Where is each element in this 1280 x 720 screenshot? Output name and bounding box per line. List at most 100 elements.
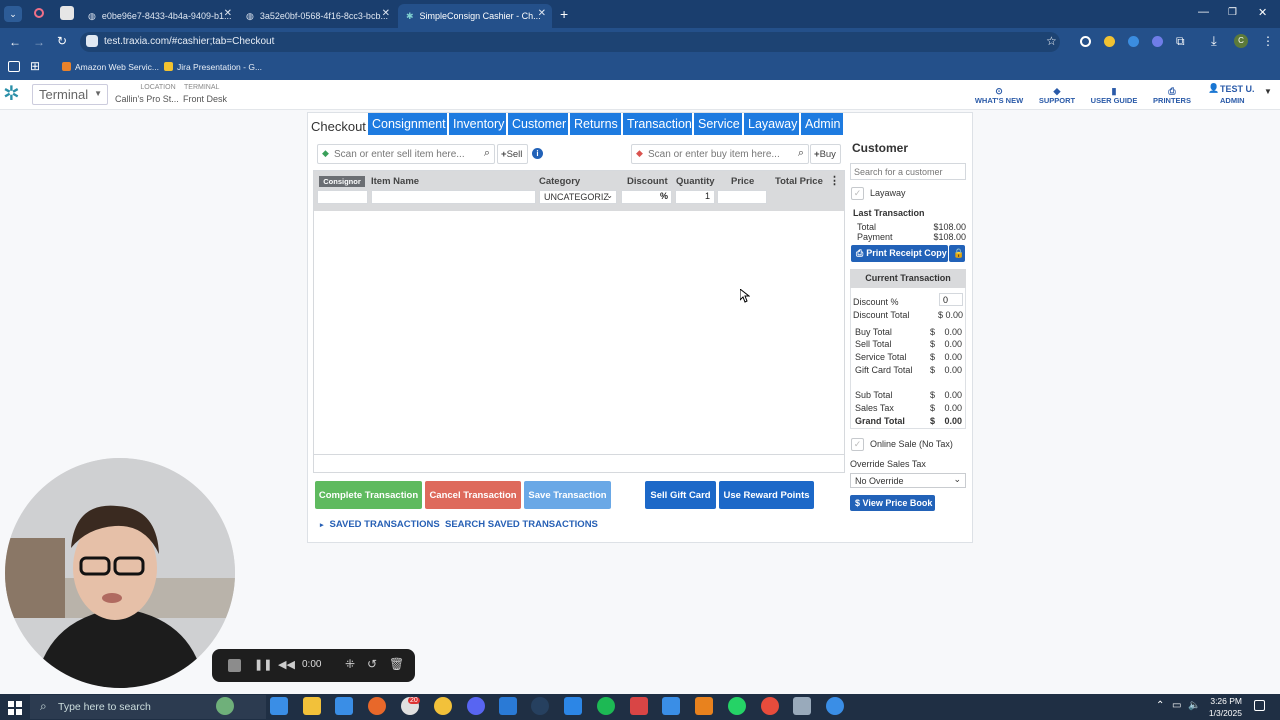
- discount-field[interactable]: %: [621, 190, 672, 204]
- profile-avatar[interactable]: C: [1234, 34, 1248, 48]
- info-icon[interactable]: i: [532, 148, 543, 159]
- extension-icon[interactable]: [1128, 36, 1139, 47]
- grid-icon[interactable]: ⁜: [345, 657, 355, 671]
- tab-customer[interactable]: Customer: [508, 113, 568, 135]
- url-bar[interactable]: test.traxia.com/#cashier;tab=Checkout: [80, 32, 1060, 52]
- complete-transaction-button[interactable]: Complete Transaction: [315, 481, 422, 509]
- saved-transactions-link[interactable]: ▸ SAVED TRANSACTIONS: [320, 519, 440, 530]
- app-icon[interactable]: [695, 697, 713, 715]
- extension-icon[interactable]: [1152, 36, 1163, 47]
- spotify-icon[interactable]: [597, 697, 615, 715]
- column-menu-icon[interactable]: ⋮: [829, 174, 840, 187]
- tray-chevron-icon[interactable]: ⌃: [1156, 700, 1164, 711]
- browser-tab-3[interactable]: ✱ SimpleConsign Cashier - Ch... ✕: [398, 4, 552, 28]
- print-receipt-button[interactable]: ⎙ Print Receipt Copy: [851, 245, 948, 262]
- chrome-icon[interactable]: [761, 697, 779, 715]
- tab-inventory[interactable]: Inventory: [449, 113, 506, 135]
- volume-icon[interactable]: 🔈: [1188, 700, 1200, 711]
- chrome-icon[interactable]: [434, 697, 452, 715]
- windows-start-icon[interactable]: [8, 701, 22, 715]
- consignor-header[interactable]: Consignor: [319, 176, 365, 187]
- apps-grid-icon[interactable]: ⊞: [30, 59, 40, 73]
- buy-scan-input[interactable]: ◆ Scan or enter buy item here... ⌕: [631, 144, 809, 164]
- sidebar-icon[interactable]: [8, 61, 20, 72]
- consignor-field[interactable]: [317, 190, 368, 204]
- back-icon[interactable]: ←: [9, 35, 21, 49]
- use-reward-points-button[interactable]: Use Reward Points: [719, 481, 814, 509]
- app-icon[interactable]: [793, 697, 811, 715]
- site-info-icon[interactable]: [86, 35, 98, 47]
- discount-pct-input[interactable]: 0: [939, 293, 963, 306]
- tab-admin[interactable]: Admin: [801, 113, 843, 135]
- item-name-field[interactable]: [371, 190, 536, 204]
- search-saved-transactions-link[interactable]: SEARCH SAVED TRANSACTIONS: [445, 519, 598, 530]
- close-window-icon[interactable]: ✕: [1258, 6, 1267, 19]
- view-price-book-button[interactable]: $ View Price Book: [850, 495, 935, 511]
- record-icon[interactable]: [34, 8, 44, 18]
- firefox-icon[interactable]: [368, 697, 386, 715]
- online-sale-checkbox[interactable]: ✓: [851, 438, 864, 451]
- blank-tab-icon[interactable]: [60, 6, 74, 20]
- sell-button[interactable]: +Sell: [497, 144, 528, 164]
- terminal-select[interactable]: Terminal ▼: [32, 84, 108, 105]
- minimize-icon[interactable]: —: [1198, 6, 1209, 18]
- whats-new-link[interactable]: ⊙ WHAT'S NEW: [974, 86, 1024, 105]
- restart-icon[interactable]: ↺: [367, 657, 377, 671]
- steam-icon[interactable]: [531, 697, 549, 715]
- bookmark-jira[interactable]: Jira Presentation - G...: [164, 62, 262, 72]
- save-transaction-button[interactable]: Save Transaction: [524, 481, 611, 509]
- layaway-checkbox[interactable]: ✓: [851, 187, 864, 200]
- close-icon[interactable]: ✕: [382, 8, 390, 19]
- close-icon[interactable]: ✕: [538, 8, 546, 19]
- printers-link[interactable]: ⎙ PRINTERS: [1148, 86, 1196, 105]
- quantity-field[interactable]: 1: [675, 190, 715, 204]
- chrome-active-icon[interactable]: [826, 697, 844, 715]
- sell-scan-input[interactable]: ◆ Scan or enter sell item here... ⌕: [317, 144, 495, 164]
- trash-icon[interactable]: 🗑: [389, 657, 404, 671]
- user-guide-link[interactable]: ▮ USER GUIDE: [1088, 86, 1140, 105]
- notifications-icon[interactable]: [1254, 700, 1265, 711]
- app-icon[interactable]: [662, 697, 680, 715]
- buy-button[interactable]: +Buy: [810, 144, 841, 164]
- widgets-icon[interactable]: [216, 697, 234, 715]
- vscode-icon[interactable]: [499, 697, 517, 715]
- pdf-icon[interactable]: [630, 697, 648, 715]
- forward-icon[interactable]: →: [33, 35, 45, 49]
- tab-checkout[interactable]: Checkout: [311, 119, 366, 134]
- extension-icon[interactable]: [1104, 36, 1115, 47]
- copilot-icon[interactable]: [270, 697, 288, 715]
- tab-service[interactable]: Service: [694, 113, 742, 135]
- stop-icon[interactable]: [228, 659, 241, 672]
- reload-icon[interactable]: ↻: [57, 34, 67, 48]
- bookmark-aws[interactable]: Amazon Web Servic...: [62, 62, 159, 72]
- browser-tab-2[interactable]: ◍ 3a52e0bf-0568-4f16-8cc3-bcb... ✕: [238, 4, 396, 28]
- app-icon[interactable]: [564, 697, 582, 715]
- override-sales-tax-select[interactable]: No Override ⌄: [850, 473, 966, 488]
- bookmark-star-icon[interactable]: ☆: [1046, 34, 1057, 48]
- download-icon[interactable]: ⤓: [1211, 33, 1217, 49]
- whatsapp-icon[interactable]: [728, 697, 746, 715]
- sell-gift-card-button[interactable]: Sell Gift Card: [645, 481, 716, 509]
- extension-icon[interactable]: [1080, 36, 1091, 47]
- store-icon[interactable]: [335, 697, 353, 715]
- tab-menu-button[interactable]: ⌄: [4, 6, 22, 22]
- browser-tab-1[interactable]: ◍ e0be96e7-8433-4b4a-9409-b1... ✕: [80, 4, 238, 28]
- lock-button[interactable]: 🔒: [949, 245, 965, 262]
- browser-menu-icon[interactable]: ⋮: [1262, 34, 1274, 48]
- new-tab-icon[interactable]: +: [560, 6, 568, 22]
- pause-icon[interactable]: ❚❚: [254, 658, 272, 671]
- search-icon[interactable]: ⌕: [798, 147, 804, 160]
- customer-search-input[interactable]: Search for a customer: [850, 163, 966, 180]
- file-explorer-icon[interactable]: [303, 697, 321, 715]
- rewind-icon[interactable]: ◀◀: [278, 658, 295, 671]
- cancel-transaction-button[interactable]: Cancel Transaction: [425, 481, 521, 509]
- tab-consignment[interactable]: Consignment: [368, 113, 447, 135]
- network-icon[interactable]: ▭: [1172, 700, 1181, 711]
- search-icon[interactable]: ⌕: [484, 147, 490, 160]
- restore-icon[interactable]: ❐: [1228, 7, 1237, 18]
- puzzle-icon[interactable]: ⧉: [1176, 34, 1185, 49]
- traxia-logo-icon[interactable]: ✲: [3, 84, 20, 104]
- category-select[interactable]: UNCATEGORIZ ⌄: [539, 190, 617, 204]
- tab-transaction[interactable]: Transaction: [623, 113, 692, 135]
- discord-icon[interactable]: [467, 697, 485, 715]
